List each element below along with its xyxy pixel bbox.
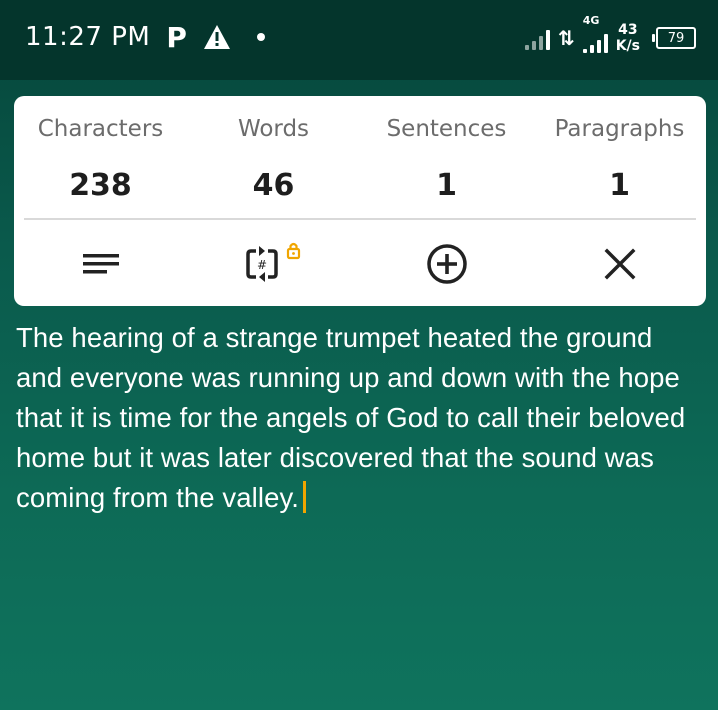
- signal-sim2-icon: [582, 29, 608, 53]
- count-toggle-icon: #: [245, 242, 300, 282]
- stats-row: Characters 238 Words 46 Sentences 1 Para…: [14, 96, 706, 214]
- add-circle-icon: [426, 244, 467, 284]
- stats-divider: [24, 218, 696, 220]
- text-cursor: [303, 481, 307, 513]
- stat-label: Words: [237, 116, 310, 142]
- stat-words: Words 46: [187, 96, 360, 214]
- stat-characters: Characters 238: [14, 96, 187, 214]
- editor-text-content: The hearing of a strange trumpet heated …: [16, 322, 686, 513]
- close-button[interactable]: [533, 222, 706, 306]
- data-transfer-icon: ⇅: [557, 26, 575, 50]
- parking-icon: P: [166, 20, 187, 54]
- status-bar: 11:27 PM P ⇅ 4G 43 K/s 79: [0, 0, 718, 80]
- stat-label: Paragraphs: [554, 116, 685, 142]
- stat-value: 46: [252, 168, 295, 203]
- add-button[interactable]: [360, 222, 533, 306]
- network-speed: 43 K/s: [616, 22, 640, 54]
- status-right: ⇅ 4G 43 K/s 79: [524, 14, 696, 56]
- network-type: 4G: [582, 14, 608, 53]
- notification-dot-icon: [256, 33, 265, 41]
- stat-value: 1: [436, 168, 457, 203]
- text-editor[interactable]: The hearing of a strange trumpet heated …: [16, 318, 706, 518]
- network-speed-unit: K/s: [615, 38, 640, 54]
- network-speed-value: 43: [618, 22, 638, 38]
- warning-icon: [203, 25, 230, 49]
- stat-value: 238: [69, 168, 132, 203]
- network-type-label: 4G: [582, 14, 600, 27]
- stat-label: Characters: [37, 116, 164, 142]
- toolbar: #: [14, 222, 706, 306]
- svg-text:#: #: [256, 258, 266, 272]
- close-icon: [604, 248, 635, 280]
- stat-value: 1: [609, 168, 630, 203]
- count-toggle-button[interactable]: #: [187, 222, 360, 306]
- stat-sentences: Sentences 1: [360, 96, 533, 214]
- text-align-icon: [82, 254, 119, 274]
- signal-sim1-icon: [524, 26, 550, 50]
- text-align-button[interactable]: [14, 222, 187, 306]
- status-time: 11:27 PM: [25, 22, 151, 52]
- stat-label: Sentences: [386, 116, 507, 142]
- battery-icon: 79: [652, 27, 696, 49]
- battery-level: 79: [667, 30, 685, 46]
- stats-card: Characters 238 Words 46 Sentences 1 Para…: [14, 96, 706, 306]
- status-left: 11:27 PM P: [25, 20, 265, 54]
- stat-paragraphs: Paragraphs 1: [533, 96, 706, 214]
